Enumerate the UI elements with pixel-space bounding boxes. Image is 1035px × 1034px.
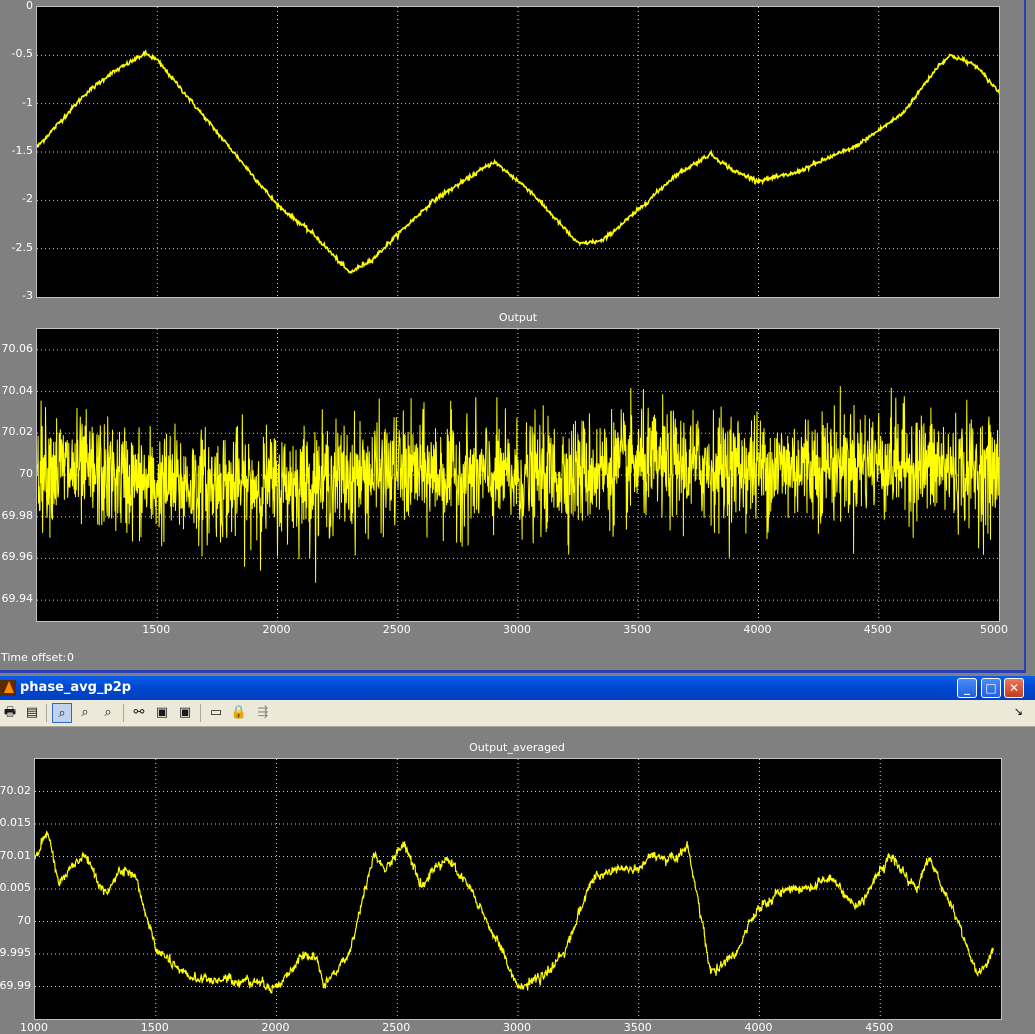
x-tick-label: 4500 (865, 1021, 894, 1034)
zoom-y-icon[interactable]: ⌕ (98, 703, 118, 723)
x-tick-label: 3000 (503, 623, 531, 636)
y-tick-label: 70.015 (0, 816, 31, 829)
x-tick-label: 4000 (743, 623, 772, 636)
toolbar-chevron-icon[interactable]: ↘ (1014, 705, 1023, 718)
y-tick-label: 70.01 (0, 848, 31, 862)
y-tick-label: -0.5 (11, 47, 33, 61)
x-tick-label: 1500 (140, 1021, 169, 1034)
output-plot-title: Output (498, 311, 538, 324)
y-tick-label: 70.02 (1, 425, 34, 439)
x-tick-label: 2000 (261, 1021, 290, 1034)
y-tick-label: -3 (22, 289, 33, 302)
signal-selector-icon[interactable]: ⇶ (253, 703, 273, 723)
output-averaged-axes (34, 758, 1002, 1020)
ax1-svg (37, 7, 999, 297)
y-tick-label: 70.04 (1, 383, 34, 397)
matlab-icon (0, 680, 16, 696)
x-tick-label: 1000 (20, 1021, 48, 1034)
top-plot-axes (36, 6, 1000, 298)
y-tick-label: 70 (17, 913, 31, 927)
y-tick-label: -2.5 (11, 240, 33, 254)
x-tick-label: 4500 (863, 623, 892, 636)
y-tick-label: 69.96 (1, 550, 34, 564)
output-plot-axes (36, 328, 1000, 622)
scope-window-upper: -3 -2.5 -2 -1.5 -1 -0.5 0 Output 5000 4500 4000 3… (0, 0, 1026, 673)
y-tick-label: 0 (26, 0, 33, 12)
save-axes-icon[interactable]: ▣ (152, 703, 172, 723)
y-tick-label: -1 (22, 95, 33, 109)
output-averaged-title: Output_averaged (469, 741, 565, 754)
y-tick-label: 70.005 (0, 881, 31, 894)
binoculars-icon[interactable]: ⚯ (129, 703, 149, 723)
x-tick-label: 5000 (980, 623, 1008, 636)
restore-axes-icon[interactable]: ▣ (175, 703, 195, 723)
trace-line (35, 830, 995, 995)
floating-scope-icon[interactable]: ▭ (206, 703, 226, 723)
print-icon[interactable]: 🖶 (0, 703, 20, 723)
title-bar[interactable]: phase_avg_p2p _ □ ✕ (0, 676, 1035, 700)
y-tick-label: 69.99 (0, 978, 31, 992)
scope-toolbar: 🖶 ▤ ⌕ ⌕ ⌕ ⚯ ▣ ▣ ▭ 🔒 ⇶ ↘ (0, 700, 1035, 727)
toolbar-separator (200, 704, 201, 722)
x-tick-label: 1500 (142, 623, 171, 636)
x-tick-label: 2000 (262, 623, 291, 636)
window-title: phase_avg_p2p (20, 680, 132, 695)
y-tick-label: 70.06 (1, 341, 34, 355)
x-tick-label: 3500 (623, 1021, 652, 1034)
y-tick-label: 70.02 (0, 783, 31, 797)
close-button[interactable]: ✕ (1004, 678, 1024, 698)
y-tick-label: 69.98 (1, 508, 34, 522)
y-tick-label: 70 (19, 467, 33, 480)
x-tick-label: 3000 (503, 1021, 531, 1034)
y-tick-label: 69.94 (1, 592, 34, 606)
lock-icon[interactable]: 🔒 (229, 703, 249, 723)
y-tick-label: 69.995 (0, 946, 31, 959)
x-tick-label: 2500 (382, 1021, 411, 1034)
ax3-svg (35, 759, 1001, 1019)
minimize-button[interactable]: _ (957, 678, 977, 698)
toolbar-separator (46, 704, 47, 722)
zoom-x-icon[interactable]: ⌕ (75, 703, 95, 723)
ax2-svg (37, 329, 999, 621)
scope-window-phase-avg: phase_avg_p2p _ □ ✕ 🖶 ▤ ⌕ ⌕ ⌕ ⚯ ▣ ▣ ▭ 🔒 … (0, 676, 1035, 1034)
parameters-icon[interactable]: ▤ (22, 703, 42, 723)
maximize-button[interactable]: □ (981, 678, 1001, 698)
toolbar-separator (123, 704, 124, 722)
x-tick-label: 2500 (382, 623, 411, 636)
x-tick-label: 3500 (623, 623, 652, 636)
y-tick-label: -1.5 (11, 144, 33, 157)
x-tick-label: 4000 (744, 1021, 773, 1034)
time-offset-value: 0 (67, 651, 74, 664)
time-offset-label: Time offset: (1, 651, 67, 664)
y-tick-label: -2 (22, 192, 33, 206)
zoom-icon[interactable]: ⌕ (52, 703, 72, 723)
